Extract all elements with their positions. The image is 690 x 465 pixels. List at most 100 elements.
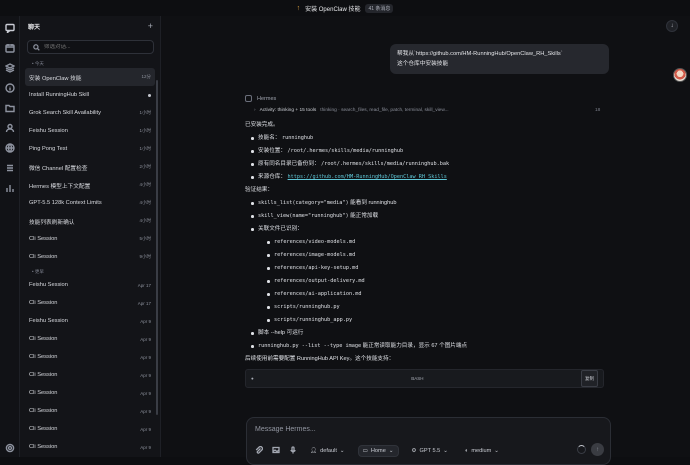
folder-icon: ▭ <box>362 448 368 454</box>
folder-selector[interactable]: ▭ Home ⌄ <box>357 445 399 457</box>
mic-icon[interactable] <box>289 446 297 456</box>
conversation-item[interactable]: Cli Session Apr 9 <box>25 366 155 384</box>
info-icon[interactable] <box>4 82 15 93</box>
chevron-down-icon: ⌄ <box>494 448 499 454</box>
conversation-title: Hermes 模型上下文配置 <box>29 183 91 190</box>
user-icon[interactable] <box>4 122 15 133</box>
loading-spinner-icon <box>577 445 586 454</box>
info-item: 来源仓库： https://github.com/HM-RunningHub/O… <box>251 171 605 184</box>
sidebar-scrollbar[interactable] <box>156 80 158 415</box>
info-key: 技能名： <box>258 135 281 141</box>
conversation-title: Ping Pong Test <box>29 146 68 152</box>
effort-selector[interactable]: ◐ medium ⌄ <box>461 446 503 456</box>
inline-code: runninghub.py --list --type image <box>258 343 362 349</box>
conversation-item[interactable]: Feishu Session Apr 9 <box>25 312 155 330</box>
list-icon[interactable] <box>4 162 15 173</box>
conversation-title: Cli Session <box>29 354 58 360</box>
profile-label: default <box>320 448 337 454</box>
conversation-item[interactable]: Cli Session Apr 9 <box>25 348 155 366</box>
conversation-time: 4小时 <box>139 182 151 187</box>
conversation-item[interactable]: 安装 OpenClaw 技能 12分 <box>25 68 155 86</box>
conversation-item[interactable]: Feishu Session 1小时 <box>25 122 155 140</box>
conversation-item[interactable]: Feishu Session Apr 17 <box>25 276 155 294</box>
file-item: scripts/runninghub.py <box>267 301 605 314</box>
conversation-item[interactable]: Cli Session 5小时 <box>25 230 155 248</box>
folder-label: Home <box>370 448 386 454</box>
profile-selector[interactable]: 👤︎ default ⌄ <box>306 446 349 456</box>
info-key: 安装位置： <box>258 148 286 154</box>
conversation-item[interactable]: Cli Session Apr 9 <box>25 384 155 402</box>
conversation-item[interactable]: 技能列表刷新确认 4小时 <box>25 212 155 230</box>
verify-text: 关联文件已识别： <box>258 226 303 232</box>
activity-detail: thinking · search_files, read_file, patc… <box>320 108 449 113</box>
conversation-item[interactable]: Cli Session Apr 9 <box>25 330 155 348</box>
conversation-item[interactable]: Cli Session Apr 17 <box>25 294 155 312</box>
layers-icon[interactable] <box>4 62 15 73</box>
stats-icon[interactable] <box>4 182 15 193</box>
conversation-item[interactable]: Cli Session Apr 9 <box>25 420 155 438</box>
activity-count: 18 <box>595 108 601 113</box>
app-window: ↑ 安装 OpenClaw 技能 41 条消息 聊天 + • 今天安装 Open… <box>0 0 690 465</box>
verify-item: runninghub.py --list --type image 能正常读取能… <box>251 340 605 353</box>
message-count-badge: 41 条消息 <box>365 3 394 13</box>
chat-panel: ↓ 帮我从`https://github.com/HM-RunningHub/O… <box>161 16 690 465</box>
file-item: references/video-models.md <box>267 236 605 249</box>
person-icon: 👤︎ <box>310 448 318 454</box>
conversation-time: 1小时 <box>139 146 151 151</box>
code-language: BASH <box>411 376 424 381</box>
conversation-item[interactable]: Cli Session 9小时 <box>25 248 155 266</box>
conversation-item[interactable]: 微信 Channel 配置检查 2小时 <box>25 158 155 176</box>
send-button[interactable]: ↑ <box>591 443 604 456</box>
file-item: references/ai-application.md <box>267 288 605 301</box>
conversation-list: • 今天安装 OpenClaw 技能 12分 Install RunningHub … <box>20 58 160 456</box>
conversation-title: Cli Session <box>29 372 58 378</box>
new-chat-button[interactable]: + <box>148 21 153 31</box>
message-input[interactable]: Message Hermes... <box>255 426 316 433</box>
settings-icon[interactable] <box>4 442 15 453</box>
activity-summary[interactable]: › Activity: thinking + 15 tools thinking… <box>245 108 605 113</box>
repo-link[interactable]: https://github.com/HM-RunningHub/OpenCla… <box>288 174 447 180</box>
conversation-item[interactable]: GPT-5.5 128k Context Limits 4小时 <box>25 194 155 212</box>
chevron-down-icon: ⌄ <box>443 448 448 454</box>
conversation-time: 4小时 <box>139 218 151 223</box>
conversation-item[interactable]: Cli Session Apr 9 <box>25 402 155 420</box>
chat-icon[interactable] <box>4 22 15 33</box>
conversation-item[interactable]: Ping Pong Test 1小时 <box>25 140 155 158</box>
info-value: /root/.hermes/skills/media/runninghub <box>287 148 404 154</box>
hermes-logo-icon <box>245 95 252 102</box>
user-message: 帮我从`https://github.com/HM-RunningHub/Ope… <box>390 44 609 74</box>
chevron-down-icon: ⌄ <box>339 448 345 454</box>
assistant-header: Hermes <box>245 95 605 102</box>
scroll-down-button[interactable]: ↓ <box>666 20 678 32</box>
folder-icon[interactable] <box>4 102 15 113</box>
copy-button[interactable]: 复制 <box>580 370 598 387</box>
icon-rail <box>0 16 20 457</box>
verify-item: 脚本 --help 可运行 <box>251 327 605 340</box>
conversation-item[interactable]: Grok Search Skill Availability 1小时 <box>25 104 155 122</box>
user-message-line: 这个仓库中安装技能 <box>397 61 449 67</box>
inline-code: skill_view(name="runninghub") <box>258 213 349 219</box>
model-icon: ⚙︎ <box>411 448 417 454</box>
info-item: 安装位置： /root/.hermes/skills/media/running… <box>251 145 605 158</box>
sidebar-group-label: • 今天 <box>32 61 44 66</box>
globe-icon[interactable] <box>4 142 15 153</box>
filter-input[interactable] <box>44 44 144 50</box>
conversation-title: Cli Session <box>29 444 58 450</box>
attach-icon[interactable] <box>255 445 264 456</box>
conversation-time: Apr 9 <box>140 318 151 324</box>
conversation-filter[interactable] <box>27 40 154 54</box>
calendar-icon[interactable] <box>4 42 15 53</box>
conversation-item[interactable]: Cli Session Apr 9 <box>25 438 155 456</box>
verify-title: 验证结果： <box>245 187 273 193</box>
conversation-title: Cli Session <box>29 236 58 242</box>
model-selector[interactable]: ⚙︎ GPT 5.5 ⌄ <box>408 446 452 456</box>
verify-item: 关联文件已识别： references/video-models.md refer… <box>251 223 605 327</box>
conversation-title: 安装 OpenClaw 技能 <box>29 75 82 82</box>
image-icon[interactable] <box>272 446 280 456</box>
conversation-item[interactable]: Hermes 模型上下文配置 4小时 <box>25 176 155 194</box>
info-item: 技能名： runninghub <box>251 132 605 145</box>
done-text: 已安装完成。 <box>245 122 279 128</box>
assistant-content: 已安装完成。 技能名： runninghub 安装位置： /root/.herm… <box>245 119 605 388</box>
code-block-header: ● BASH 复制 <box>245 369 604 388</box>
conversation-item[interactable]: Install RunningHub Skill <box>25 86 155 104</box>
